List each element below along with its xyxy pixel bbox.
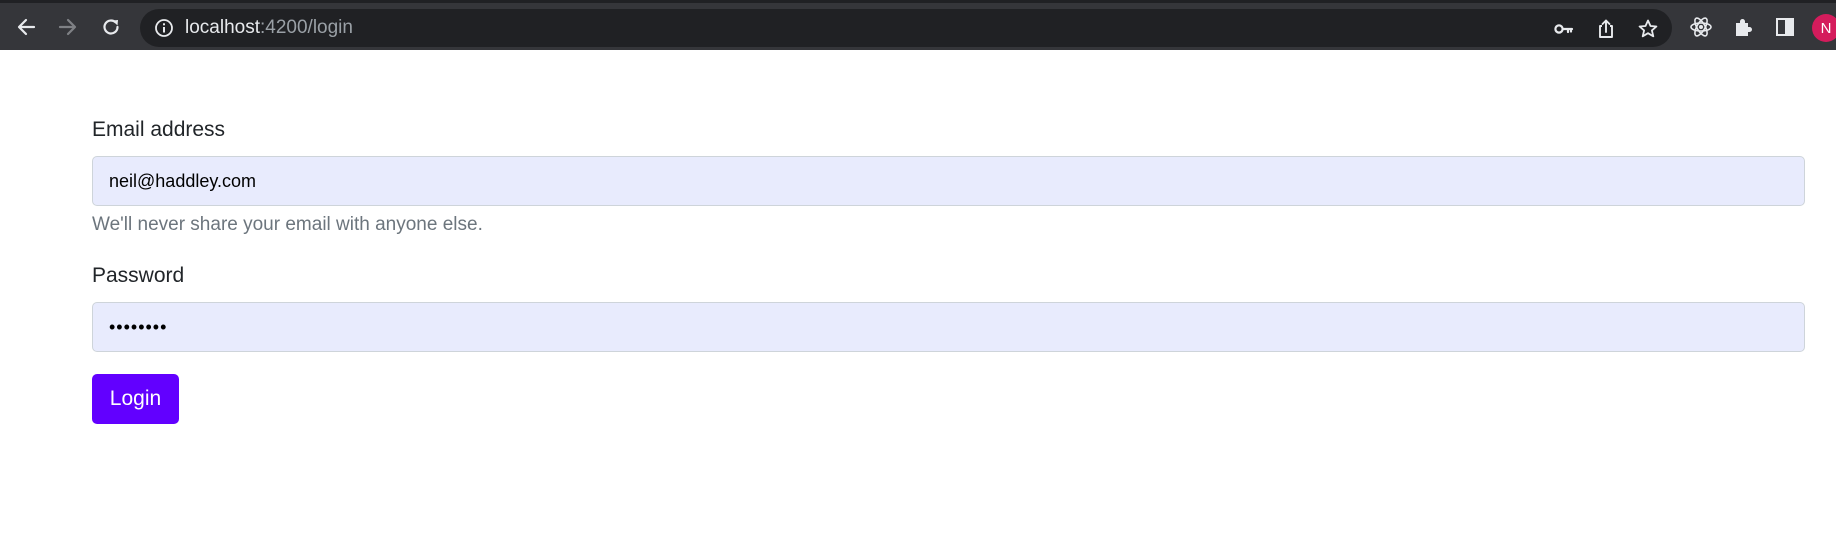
browser-toolbar: localhost:4200/login N <box>0 0 1836 50</box>
react-icon <box>1690 17 1712 37</box>
back-arrow-icon <box>17 18 36 36</box>
side-panel-icon <box>1776 18 1794 36</box>
side-panel-button[interactable] <box>1770 12 1800 42</box>
password-field[interactable] <box>92 302 1805 352</box>
email-label: Email address <box>92 118 226 141</box>
email-field[interactable] <box>92 156 1805 206</box>
react-devtools-button[interactable] <box>1686 12 1716 42</box>
puzzle-icon <box>1736 19 1752 36</box>
forward-arrow-icon <box>58 18 77 36</box>
info-icon[interactable] <box>154 18 174 38</box>
profile-avatar[interactable]: N <box>1812 14 1836 42</box>
url-path: :4200/login <box>260 17 353 38</box>
email-help-text: We'll never share your email with anyone… <box>92 214 483 235</box>
share-icon[interactable] <box>1595 18 1617 40</box>
reload-icon <box>103 19 119 35</box>
password-label: Password <box>92 264 185 287</box>
forward-button[interactable] <box>53 12 83 42</box>
url-text[interactable]: localhost:4200/login <box>185 18 353 38</box>
address-bar[interactable]: localhost:4200/login <box>140 9 1672 47</box>
reload-button[interactable] <box>96 12 126 42</box>
url-host: localhost <box>185 17 260 38</box>
login-button[interactable]: Login <box>92 374 179 424</box>
star-icon[interactable] <box>1637 18 1659 40</box>
back-button[interactable] <box>11 12 41 42</box>
key-icon[interactable] <box>1553 18 1575 40</box>
extensions-button[interactable] <box>1728 12 1758 42</box>
